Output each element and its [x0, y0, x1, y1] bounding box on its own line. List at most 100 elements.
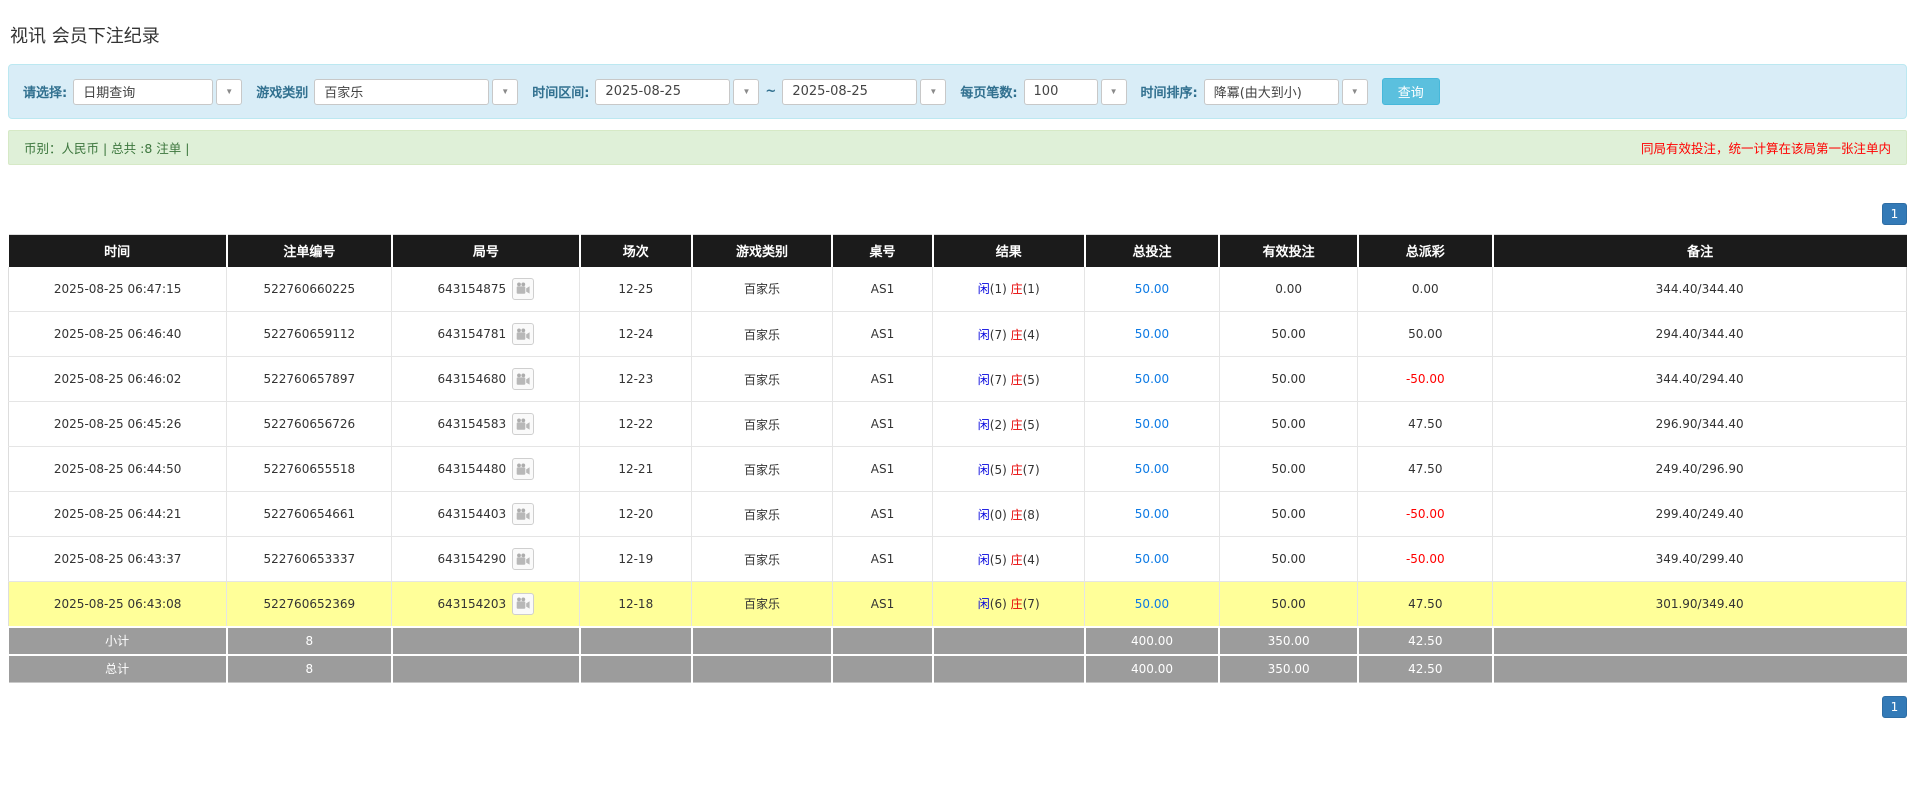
- cell-round-number: 643154680: [392, 357, 580, 402]
- cell-remark: 344.40/294.40: [1493, 357, 1907, 402]
- result-banker-count: (4): [1023, 328, 1040, 342]
- round-video-button[interactable]: [512, 323, 534, 345]
- table-row: 2025-08-25 06:46:02522760657897643154680…: [9, 357, 1907, 402]
- table-row: 2025-08-25 06:44:50522760655518643154480…: [9, 447, 1907, 492]
- total-bet-link[interactable]: 50.00: [1135, 597, 1169, 611]
- table-row: 2025-08-25 06:47:15522760660225643154875…: [9, 267, 1907, 312]
- column-header: 桌号: [832, 235, 933, 267]
- query-type-dropdown-button[interactable]: ▼: [216, 79, 242, 105]
- result-banker-label: 庄: [1011, 282, 1023, 296]
- video-icon: [516, 597, 530, 610]
- video-icon: [516, 328, 530, 341]
- cell-session: 12-23: [580, 357, 692, 402]
- total-bet-link[interactable]: 50.00: [1135, 507, 1169, 521]
- round-number: 643154583: [437, 417, 506, 431]
- round-video-button[interactable]: [512, 368, 534, 390]
- query-type-input[interactable]: [73, 79, 213, 105]
- summary-table: [832, 627, 933, 655]
- summary-remark: [1493, 627, 1907, 655]
- column-header: 总投注: [1085, 235, 1220, 267]
- time-sort-dropdown-button[interactable]: ▼: [1342, 79, 1368, 105]
- summary-round: [392, 655, 580, 683]
- summary-total-bet: 400.00: [1085, 627, 1220, 655]
- total-bet-link[interactable]: 50.00: [1135, 552, 1169, 566]
- round-number: 643154680: [437, 372, 506, 386]
- date-to-input[interactable]: [782, 79, 917, 105]
- summary-count: 8: [227, 655, 392, 683]
- page-size-input[interactable]: [1024, 79, 1098, 105]
- date-from-input[interactable]: [595, 79, 730, 105]
- time-sort-combobox: ▼: [1204, 79, 1368, 105]
- round-video-button[interactable]: [512, 458, 534, 480]
- summary-label: 总计: [9, 655, 227, 683]
- round-number: 643154875: [437, 282, 506, 296]
- table-row: 2025-08-25 06:44:21522760654661643154403…: [9, 492, 1907, 537]
- cell-table-number: AS1: [832, 447, 933, 492]
- cell-bet-number: 522760656726: [227, 402, 392, 447]
- round-video-button[interactable]: [512, 593, 534, 615]
- result-banker-count: (7): [1023, 463, 1040, 477]
- cell-total-payout: 50.00: [1358, 312, 1493, 357]
- date-from-combobox: ▼: [595, 79, 759, 105]
- cell-total-payout: -50.00: [1358, 492, 1493, 537]
- cell-valid-bet: 50.00: [1219, 582, 1358, 627]
- cell-result: 闲(1) 庄(1): [933, 267, 1085, 312]
- total-bet-link[interactable]: 50.00: [1135, 417, 1169, 431]
- result-banker-count: (7): [1023, 597, 1040, 611]
- cell-total-bet: 50.00: [1085, 447, 1220, 492]
- result-banker-count: (1): [1023, 282, 1040, 296]
- result-player-label: 闲: [978, 328, 990, 342]
- game-type-input[interactable]: [314, 79, 489, 105]
- page-size-label: 每页笔数:: [960, 82, 1017, 101]
- summary-result: [933, 655, 1085, 683]
- result-player-count: (5): [990, 553, 1007, 567]
- date-to-combobox: ▼: [782, 79, 946, 105]
- time-range-label: 时间区间:: [532, 82, 589, 101]
- cell-remark: 249.40/296.90: [1493, 447, 1907, 492]
- page-1-button[interactable]: 1: [1882, 203, 1907, 225]
- page-1-button[interactable]: 1: [1882, 696, 1907, 718]
- summary-session: [580, 627, 692, 655]
- cell-remark: 294.40/344.40: [1493, 312, 1907, 357]
- total-bet-link[interactable]: 50.00: [1135, 462, 1169, 476]
- date-to-dropdown-button[interactable]: ▼: [920, 79, 946, 105]
- cell-bet-number: 522760659112: [227, 312, 392, 357]
- cell-session: 12-25: [580, 267, 692, 312]
- table-row: 2025-08-25 06:43:37522760653337643154290…: [9, 537, 1907, 582]
- round-video-button[interactable]: [512, 278, 534, 300]
- cell-bet-number: 522760657897: [227, 357, 392, 402]
- cell-total-bet: 50.00: [1085, 582, 1220, 627]
- table-row: 2025-08-25 06:45:26522760656726643154583…: [9, 402, 1907, 447]
- cell-session: 12-24: [580, 312, 692, 357]
- total-bet-link[interactable]: 50.00: [1135, 372, 1169, 386]
- page-size-dropdown-button[interactable]: ▼: [1101, 79, 1127, 105]
- pagination-bottom: 1: [8, 696, 1907, 718]
- summary-game: [692, 655, 832, 683]
- page-title: 视讯 会员下注纪录: [10, 22, 1907, 48]
- cell-bet-number: 522760653337: [227, 537, 392, 582]
- result-player-count: (5): [990, 463, 1007, 477]
- cell-session: 12-18: [580, 582, 692, 627]
- chevron-down-icon: ▼: [742, 88, 750, 96]
- chevron-down-icon: ▼: [501, 88, 509, 96]
- result-player-count: (6): [990, 597, 1007, 611]
- game-type-dropdown-button[interactable]: ▼: [492, 79, 518, 105]
- cell-valid-bet: 50.00: [1219, 402, 1358, 447]
- date-from-dropdown-button[interactable]: ▼: [733, 79, 759, 105]
- video-icon: [516, 553, 530, 566]
- round-video-button[interactable]: [512, 503, 534, 525]
- total-bet-link[interactable]: 50.00: [1135, 327, 1169, 341]
- column-header: 游戏类别: [692, 235, 832, 267]
- round-video-button[interactable]: [512, 548, 534, 570]
- notice-text: 同局有效投注，统一计算在该局第一张注单内: [1641, 138, 1891, 157]
- total-bet-link[interactable]: 50.00: [1135, 282, 1169, 296]
- cell-table-number: AS1: [832, 357, 933, 402]
- summary-remark: [1493, 655, 1907, 683]
- cell-total-bet: 50.00: [1085, 267, 1220, 312]
- time-sort-input[interactable]: [1204, 79, 1339, 105]
- cell-valid-bet: 0.00: [1219, 267, 1358, 312]
- video-icon: [516, 463, 530, 476]
- search-button[interactable]: 查询: [1382, 78, 1440, 105]
- round-video-button[interactable]: [512, 413, 534, 435]
- round-number: 643154480: [437, 462, 506, 476]
